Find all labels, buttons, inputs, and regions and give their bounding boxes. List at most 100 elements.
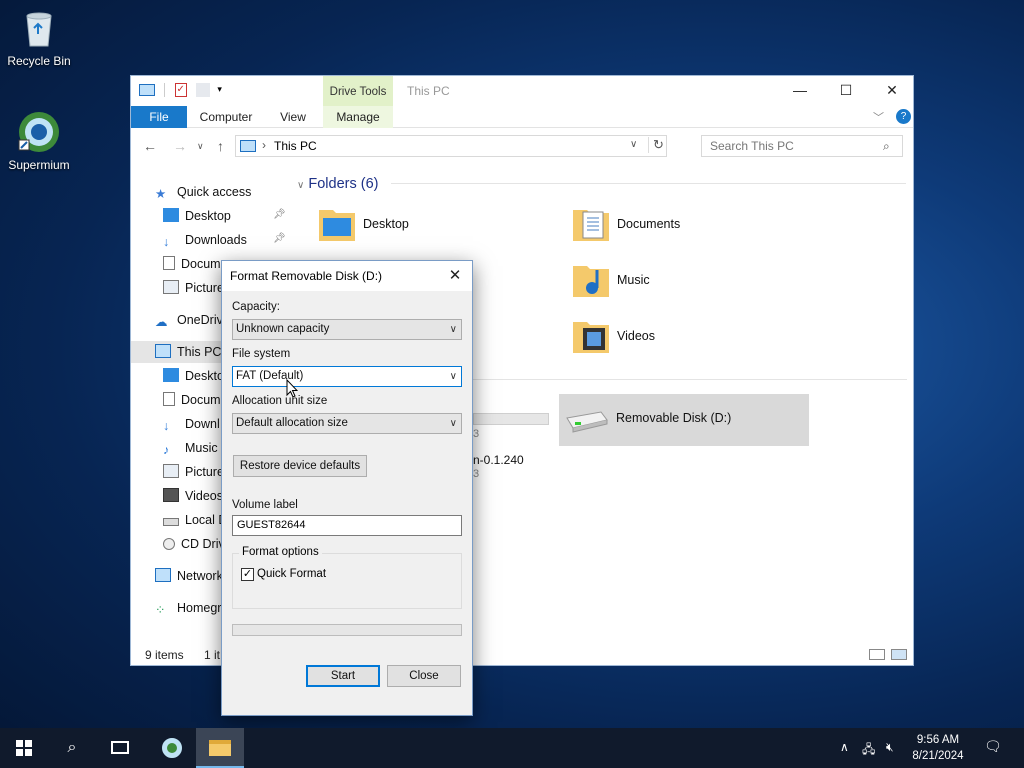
file-system-dropdown[interactable]: FAT (Default) ∨ (232, 366, 462, 387)
nav-homegroup[interactable]: ⁘ Homegr (155, 597, 221, 619)
nav-pc-music[interactable]: ♪ Music (163, 437, 218, 459)
forward-button[interactable]: → (173, 138, 187, 154)
help-icon[interactable]: ? (896, 109, 911, 124)
properties-icon[interactable]: ✓ (174, 82, 187, 97)
task-view-button[interactable] (96, 728, 144, 768)
cd-drive-size-text: 3 (473, 468, 480, 480)
supermium-taskbar-button[interactable] (148, 728, 196, 768)
pictures-icon (163, 280, 179, 294)
dialog-close-icon[interactable]: ✕ (444, 265, 466, 287)
volume-muted-icon[interactable]: 🔇︎ (886, 740, 894, 755)
folder-icon (209, 739, 231, 756)
breadcrumb-separator: › (262, 138, 266, 152)
nav-onedrive[interactable]: ☁ OneDriv (155, 309, 223, 331)
dialog-title-bar: Format Removable Disk (D:) ✕ (222, 261, 472, 291)
format-options-label: Format options (239, 546, 322, 558)
nav-desktop[interactable]: Desktop (163, 205, 231, 227)
restore-defaults-button[interactable]: Restore device defaults (233, 455, 367, 477)
cd-drive-icon (163, 538, 175, 550)
star-icon: ★ (155, 187, 167, 201)
clock[interactable]: 9:56 AM 8/21/2024 (900, 732, 976, 764)
separator (164, 82, 166, 97)
capacity-dropdown[interactable]: Unknown capacity ∨ (232, 319, 462, 340)
address-bar[interactable]: › This PC ∨ ↻ (235, 135, 667, 157)
large-icons-view-icon[interactable] (891, 649, 907, 660)
supermium-icon (162, 737, 182, 758)
breadcrumb[interactable]: This PC (274, 139, 317, 153)
nav-quick-access[interactable]: ★ Quick access (155, 181, 251, 203)
devices-divider (473, 379, 907, 380)
desktop-icon (163, 368, 179, 382)
recycle-bin-desktop-icon[interactable]: Recycle Bin (1, 6, 77, 68)
nav-pc-videos[interactable]: Videos (163, 485, 223, 507)
start-menu-button[interactable] (0, 728, 48, 768)
folder-videos[interactable]: Videos (571, 316, 701, 362)
local-disk-icon (163, 518, 179, 526)
show-hidden-icons-icon[interactable]: ∧ (840, 740, 849, 754)
customize-qat-icon[interactable]: ▾ (217, 84, 222, 95)
search-taskbar-button[interactable]: ⌕ (48, 728, 96, 768)
new-folder-icon[interactable] (196, 82, 211, 97)
volume-label-input[interactable]: GUEST82644 (232, 515, 462, 536)
documents-icon (163, 256, 175, 270)
nav-local-disk[interactable]: Local D (163, 509, 227, 531)
nav-pc-documents[interactable]: Docum (163, 389, 221, 411)
nav-cd-drive[interactable]: CD Driv (163, 533, 225, 555)
tab-view[interactable]: View (269, 106, 317, 128)
tab-file[interactable]: File (131, 106, 187, 128)
folder-documents[interactable]: Documents (571, 204, 701, 250)
search-input[interactable]: Search This PC (701, 135, 903, 157)
task-view-icon (111, 741, 129, 755)
local-disk-usage-bar (473, 413, 549, 425)
file-explorer-taskbar-button[interactable] (196, 728, 244, 768)
expand-ribbon-icon[interactable]: ﹀ (873, 109, 884, 125)
music-folder-icon (573, 266, 609, 297)
start-button[interactable]: Start (306, 665, 380, 687)
file-system-label: File system (232, 348, 291, 360)
folder-music[interactable]: Music (571, 260, 701, 306)
nav-pc-desktop[interactable]: Deskto (163, 365, 224, 387)
refresh-icon[interactable]: ↻ (648, 137, 664, 153)
close-button[interactable]: Close (387, 665, 461, 687)
back-button[interactable]: ← (143, 138, 157, 154)
tab-computer[interactable]: Computer (193, 106, 259, 128)
maximize-button[interactable]: ☐ (823, 76, 869, 106)
allocation-unit-dropdown[interactable]: Default allocation size ∨ (232, 413, 462, 434)
volume-label-label: Volume label (232, 499, 298, 511)
nav-downloads[interactable]: ↓ Downloads (163, 229, 247, 251)
supermium-desktop-icon[interactable]: Supermium (1, 110, 77, 172)
minimize-button[interactable]: — (777, 76, 823, 106)
search-icon: ⌕ (883, 139, 890, 153)
nav-pictures[interactable]: Picture (163, 277, 224, 299)
onedrive-icon: ☁ (155, 315, 168, 329)
nav-this-pc[interactable]: This PC (131, 341, 223, 363)
local-disk-free-text: 3 (473, 428, 480, 440)
address-row: ← → ∨ ↑ › This PC ∨ ↻ Search This PC ⌕ (131, 132, 913, 160)
format-dialog: Format Removable Disk (D:) ✕ Capacity: U… (221, 260, 473, 716)
format-progress-bar (232, 624, 462, 636)
recent-locations-icon[interactable]: ∨ (197, 141, 204, 152)
folder-desktop[interactable]: Desktop (317, 204, 447, 250)
videos-icon (163, 488, 179, 502)
details-view-icon[interactable] (869, 649, 885, 660)
item-count: 9 items (145, 648, 184, 662)
network-status-icon[interactable]: 🖧︎ (862, 740, 875, 761)
up-button[interactable]: ↑ (217, 138, 224, 154)
nav-pc-pictures[interactable]: Picture (163, 461, 224, 483)
downloads-icon: ↓ (163, 235, 170, 249)
documents-folder-icon (573, 210, 609, 241)
tab-manage[interactable]: Manage (323, 106, 393, 128)
action-center-icon[interactable]: 🗨︎ (984, 738, 1002, 755)
downloads-icon: ↓ (163, 419, 170, 433)
nav-documents[interactable]: Docum (163, 253, 221, 275)
nav-network[interactable]: Network (155, 565, 223, 587)
recycle-bin-icon (17, 6, 61, 50)
folders-section-header[interactable]: ∨ Folders (6) (297, 176, 378, 192)
nav-pc-downloads[interactable]: ↓ Downl (163, 413, 220, 435)
address-dropdown-icon[interactable]: ∨ (630, 139, 637, 150)
close-window-button[interactable]: ✕ (869, 76, 915, 106)
removable-disk-label: Removable Disk (D:) (616, 411, 732, 425)
drive-tools-contextual-header: Drive Tools (323, 76, 393, 106)
quick-format-checkbox[interactable]: ✓ (241, 568, 254, 581)
removable-disk-tile[interactable]: Removable Disk (D:) (559, 394, 809, 446)
